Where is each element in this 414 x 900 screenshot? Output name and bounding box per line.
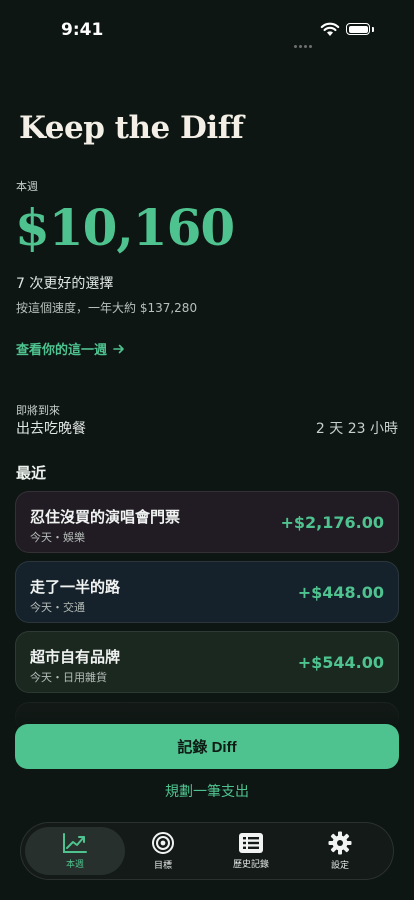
recent-item-amount: +$544.00 <box>297 653 384 672</box>
status-bar: 9:41 <box>0 0 414 58</box>
recent-item-subtitle: 今天・娛樂 <box>30 531 85 544</box>
battery-icon <box>346 23 370 35</box>
recent-item-amount: +$448.00 <box>297 583 384 602</box>
gear-icon <box>328 831 352 855</box>
recent-item-card[interactable]: 忍住沒買的演唱會門票 今天・娛樂 +$2,176.00 <box>15 491 399 553</box>
period-label: 本週 <box>16 180 38 193</box>
tab-bar: 本週 目標 歷史記錄 設定 <box>20 822 394 880</box>
weekly-total-amount: $10,160 <box>15 198 235 257</box>
tab-this-week[interactable]: 本週 <box>25 827 125 875</box>
tab-label: 本週 <box>65 860 84 870</box>
recent-item-title: 走了一半的路 <box>30 578 121 596</box>
upcoming-countdown: 2 天 23 小時 <box>315 421 398 437</box>
log-diff-button[interactable]: 記錄 Diff <box>15 724 399 769</box>
recent-item-subtitle: 今天・交通 <box>30 601 85 614</box>
recent-section-title: 最近 <box>16 464 47 482</box>
choices-count: 7 次更好的選擇 <box>16 276 114 292</box>
recent-item-title: 超市自有品牌 <box>30 648 121 666</box>
yearly-projection: 按這個速度，一年大約 $137,280 <box>16 301 198 315</box>
view-week-link-label: 查看你的這一週 <box>16 343 108 358</box>
arrow-right-icon <box>113 344 124 353</box>
battery-tip <box>372 27 374 32</box>
tab-label: 目標 <box>153 861 172 871</box>
recent-item-card[interactable]: 走了一半的路 今天・交通 +$448.00 <box>15 561 399 623</box>
chart-up-icon <box>63 833 87 853</box>
app-title: Keep the Diff <box>19 110 244 146</box>
recent-item-subtitle: 今天・日用雜貨 <box>30 671 107 684</box>
tab-history[interactable]: 歷史記錄 <box>201 827 301 875</box>
wifi-icon <box>320 22 340 36</box>
upcoming-label: 即將到來 <box>16 404 60 417</box>
recent-item-amount: +$2,176.00 <box>280 513 385 532</box>
signal-dots-icon <box>294 33 314 52</box>
recent-item-title: 忍住沒買的演唱會門票 <box>30 508 181 526</box>
target-icon <box>152 832 174 854</box>
upcoming-title[interactable]: 出去吃晚餐 <box>16 418 86 438</box>
recent-item-card[interactable]: 超市自有品牌 今天・日用雜貨 +$544.00 <box>15 631 399 693</box>
status-time: 9:41 <box>61 20 104 40</box>
view-week-link[interactable]: 查看你的這一週 <box>16 339 125 358</box>
plan-expense-link[interactable]: 規劃一筆支出 <box>0 781 414 801</box>
tab-settings[interactable]: 設定 <box>290 827 390 875</box>
tab-label: 設定 <box>330 861 349 871</box>
list-icon <box>239 833 263 853</box>
tab-goals[interactable]: 目標 <box>113 827 213 875</box>
tab-label: 歷史記錄 <box>232 860 269 870</box>
